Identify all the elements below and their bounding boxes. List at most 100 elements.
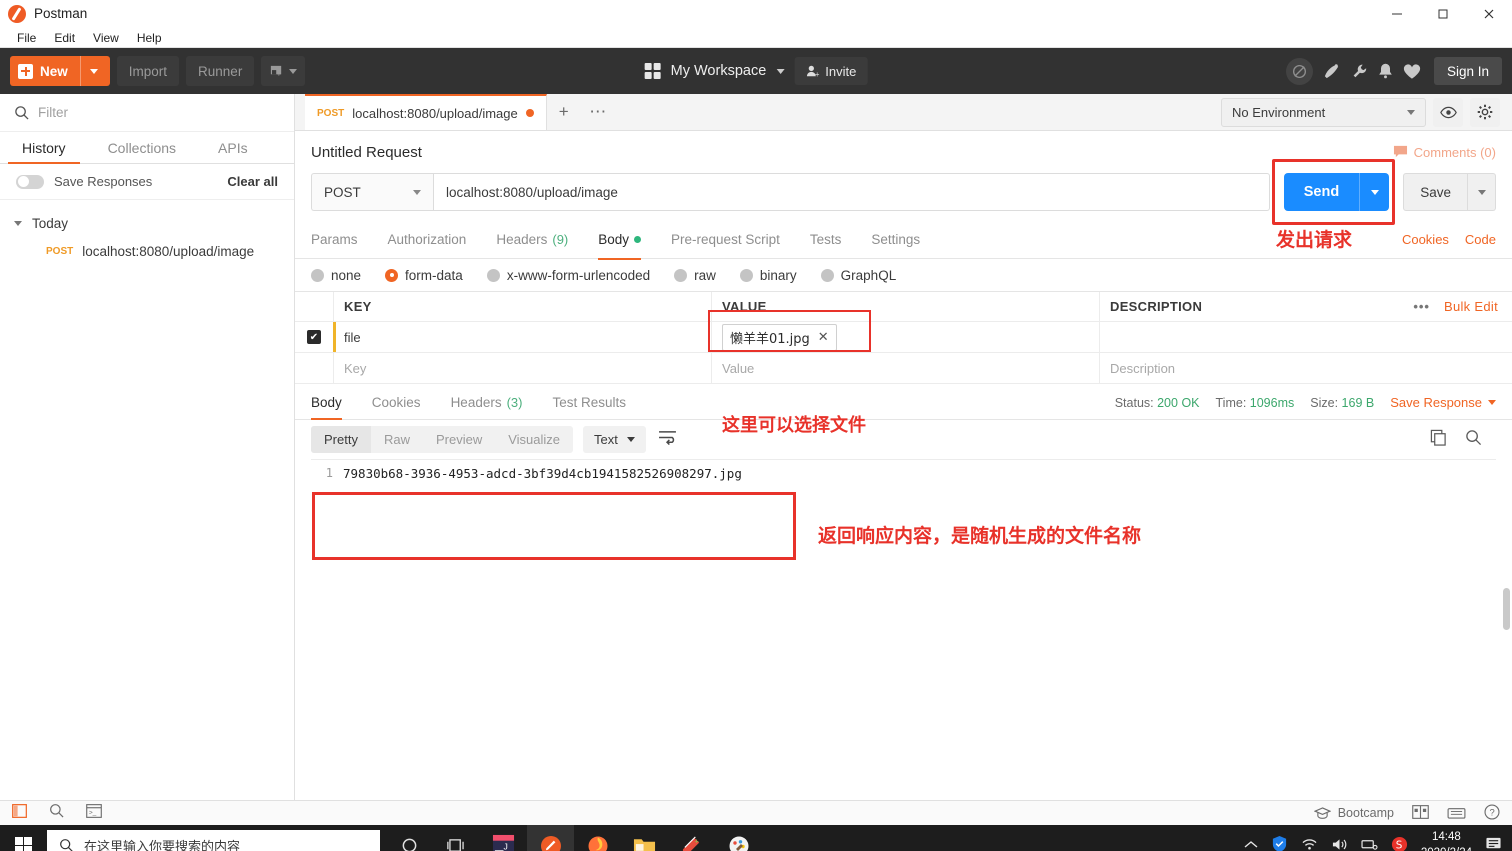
tab-tests[interactable]: Tests [810, 221, 842, 259]
task-view-icon[interactable] [433, 825, 480, 851]
tab-headers[interactable]: Headers (9) [496, 221, 568, 259]
plus-icon[interactable]: + [547, 94, 581, 130]
tab-params[interactable]: Params [311, 221, 358, 259]
menu-item-file[interactable]: File [8, 28, 45, 48]
console-icon[interactable]: >_ [86, 803, 102, 823]
file-chip[interactable]: 懒羊羊01.jpg ✕ [722, 323, 837, 351]
firefox-icon[interactable] [574, 825, 621, 851]
tab-body[interactable]: Body [598, 221, 642, 260]
send-button[interactable]: Send [1283, 173, 1360, 211]
satellite-icon[interactable] [1322, 62, 1341, 81]
menu-item-help[interactable]: Help [128, 28, 171, 48]
two-pane-icon[interactable] [1412, 804, 1429, 822]
scrollbar-thumb[interactable] [1503, 588, 1510, 630]
new-dropdown-caret[interactable] [79, 56, 107, 86]
request-tab[interactable]: POST localhost:8080/upload/image [305, 94, 547, 130]
body-type-graphql[interactable]: GraphQL [820, 268, 896, 283]
environment-select[interactable]: No Environment [1221, 97, 1426, 127]
body-type-form-data[interactable]: form-data [385, 268, 463, 283]
viewer-mode-visualize[interactable]: Visualize [495, 426, 573, 453]
ellipsis-icon[interactable]: ⋯ [581, 94, 615, 130]
response-tab-body[interactable]: Body [311, 386, 342, 420]
help-icon[interactable]: ? [1484, 803, 1500, 823]
editor-icon[interactable]: + [668, 825, 715, 851]
tab-authorization[interactable]: Authorization [388, 221, 467, 259]
save-response-button[interactable]: Save Response [1390, 395, 1496, 410]
import-button[interactable]: Import [116, 56, 180, 86]
taskbar-search-input[interactable]: 在这里输入你要搜索的内容 [47, 829, 380, 851]
notification-icon[interactable] [1485, 836, 1502, 851]
shield-icon[interactable] [1271, 835, 1288, 851]
file-explorer-icon[interactable] [621, 825, 668, 851]
body-type-raw[interactable]: raw [674, 268, 716, 283]
copy-icon[interactable] [1430, 429, 1447, 451]
method-select[interactable]: POST [311, 173, 433, 211]
body-type-binary[interactable]: binary [739, 268, 797, 283]
minimize-icon[interactable] [1374, 0, 1420, 28]
tab-pre-request-script[interactable]: Pre-request Script [671, 221, 780, 259]
new-window-button[interactable]: + [261, 56, 306, 86]
viewer-mode-raw[interactable]: Raw [371, 426, 423, 453]
volume-icon[interactable] [1331, 837, 1348, 851]
wifi-icon[interactable] [1301, 837, 1318, 851]
sogou-icon[interactable]: S [1391, 836, 1408, 851]
taskbar-clock[interactable]: 14:48 2020/2/24 [1421, 830, 1472, 851]
response-tab-test-results[interactable]: Test Results [552, 386, 626, 419]
checkbox-checked-icon[interactable]: ✔ [307, 330, 321, 344]
postman-icon[interactable] [527, 825, 574, 851]
sidebar-toggle-icon[interactable] [12, 803, 27, 823]
row-checkbox-cell[interactable]: ✔ [295, 322, 333, 352]
response-format-select[interactable]: Text [583, 426, 646, 453]
history-group-today[interactable]: Today [0, 208, 294, 238]
viewer-mode-pretty[interactable]: Pretty [311, 426, 371, 453]
clear-all-button[interactable]: Clear all [227, 174, 278, 189]
filter-input[interactable]: Filter [0, 94, 294, 132]
remove-file-icon[interactable]: ✕ [818, 330, 829, 345]
search-icon[interactable] [1465, 429, 1482, 451]
list-item[interactable]: POST localhost:8080/upload/image [0, 238, 294, 265]
network-icon[interactable] [1361, 837, 1378, 851]
row-checkbox-cell-empty[interactable] [295, 353, 333, 383]
comments-button[interactable]: Comments (0) [1393, 145, 1496, 160]
response-tab-cookies[interactable]: Cookies [372, 386, 421, 419]
sidebar-tab-apis[interactable]: APIs [212, 132, 254, 163]
find-icon[interactable] [49, 803, 64, 823]
sidebar-tab-history[interactable]: History [8, 132, 80, 164]
bulk-edit-button[interactable]: Bulk Edit [1444, 299, 1498, 314]
tab-settings[interactable]: Settings [871, 221, 920, 259]
heart-icon[interactable] [1403, 63, 1421, 80]
url-input[interactable]: localhost:8080/upload/image [433, 173, 1270, 211]
close-icon[interactable] [1466, 0, 1512, 28]
bell-icon[interactable] [1377, 62, 1394, 80]
cortana-icon[interactable] [386, 825, 433, 851]
new-button[interactable]: New [10, 56, 110, 86]
sync-off-icon[interactable] [1285, 57, 1313, 85]
row-key-placeholder[interactable]: Key [333, 353, 711, 383]
invite-button[interactable]: + Invite [794, 57, 868, 85]
menu-item-view[interactable]: View [84, 28, 128, 48]
gear-icon[interactable] [1470, 97, 1500, 127]
windows-start-icon[interactable] [0, 825, 47, 851]
runner-button[interactable]: Runner [186, 56, 255, 86]
response-body-viewer[interactable]: 1 79830b68-3936-4953-adcd-3bf39d4cb19415… [311, 459, 1496, 521]
row-description[interactable] [1099, 322, 1512, 352]
bootcamp-button[interactable]: Bootcamp [1313, 806, 1394, 820]
row-value-placeholder[interactable]: Value [711, 353, 1099, 383]
maximize-icon[interactable] [1420, 0, 1466, 28]
eye-icon[interactable] [1433, 97, 1463, 127]
paint-icon[interactable] [715, 825, 762, 851]
word-wrap-icon[interactable] [658, 430, 677, 450]
save-button[interactable]: Save [1403, 173, 1468, 211]
intellij-icon[interactable]: J [480, 825, 527, 851]
viewer-mode-preview[interactable]: Preview [423, 426, 495, 453]
cookies-link[interactable]: Cookies [1402, 232, 1449, 247]
ellipsis-icon[interactable]: ••• [1413, 299, 1430, 314]
code-link[interactable]: Code [1465, 232, 1496, 247]
send-dropdown-caret[interactable] [1359, 173, 1390, 211]
workspace-selector[interactable]: My Workspace + Invite [644, 57, 868, 85]
response-tab-headers[interactable]: Headers (3) [451, 386, 523, 419]
chevron-up-icon[interactable] [1244, 839, 1258, 851]
menu-item-edit[interactable]: Edit [45, 28, 84, 48]
sign-in-button[interactable]: Sign In [1433, 57, 1502, 85]
row-description-placeholder[interactable]: Description [1099, 353, 1512, 383]
